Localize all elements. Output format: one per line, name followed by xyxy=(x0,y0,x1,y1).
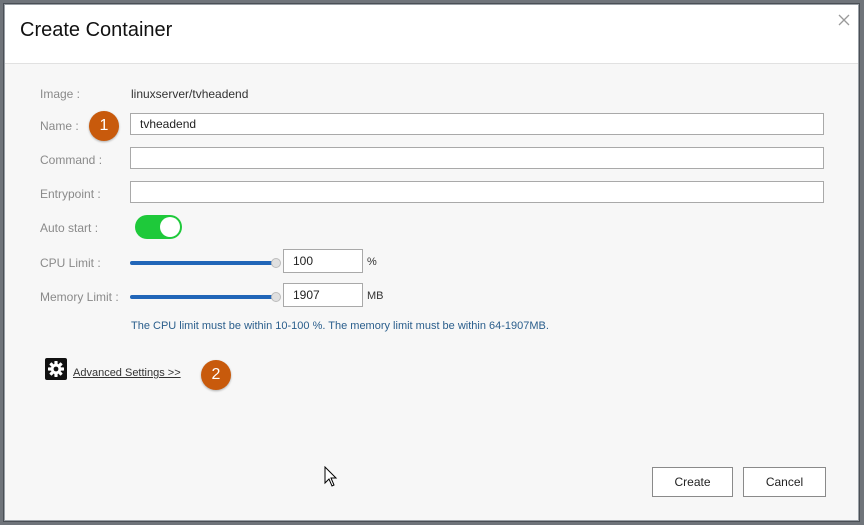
cpu-limit-input[interactable] xyxy=(283,249,363,273)
close-icon[interactable] xyxy=(836,12,852,28)
create-button[interactable]: Create xyxy=(652,467,733,497)
entrypoint-label: Entrypoint : xyxy=(40,187,101,201)
create-container-dialog: Create Container Image : linuxserver/tvh… xyxy=(4,4,859,521)
advanced-settings-link[interactable]: Advanced Settings >> xyxy=(73,367,181,379)
cpu-limit-label: CPU Limit : xyxy=(40,256,101,270)
cancel-button[interactable]: Cancel xyxy=(743,467,826,497)
dialog-title: Create Container xyxy=(20,19,173,41)
auto-start-label: Auto start : xyxy=(40,221,99,235)
memory-limit-input[interactable] xyxy=(283,283,363,307)
image-label: Image : xyxy=(40,87,81,101)
step-badge-2: 2 xyxy=(201,360,231,390)
cpu-limit-unit: % xyxy=(367,256,377,268)
limit-hint-text: The CPU limit must be within 10-100 %. T… xyxy=(131,320,549,332)
step-badge-1: 1 xyxy=(89,111,119,141)
gear-icon[interactable] xyxy=(45,358,67,380)
name-label: Name : xyxy=(40,119,79,133)
dialog-header: Create Container xyxy=(5,5,858,64)
toggle-knob xyxy=(160,217,180,237)
image-value: linuxserver/tvheadend xyxy=(131,87,249,101)
entrypoint-input[interactable] xyxy=(130,181,824,203)
mouse-cursor-icon xyxy=(324,465,338,488)
memory-limit-slider-handle[interactable] xyxy=(271,292,281,302)
command-label: Command : xyxy=(40,153,103,167)
memory-limit-unit: MB xyxy=(367,290,384,302)
cpu-limit-slider[interactable] xyxy=(130,261,274,265)
name-input[interactable] xyxy=(130,113,824,135)
memory-limit-label: Memory Limit : xyxy=(40,290,119,304)
command-input[interactable] xyxy=(130,147,824,169)
memory-limit-slider[interactable] xyxy=(130,295,274,299)
cpu-limit-slider-handle[interactable] xyxy=(271,258,281,268)
auto-start-toggle[interactable] xyxy=(135,215,182,239)
